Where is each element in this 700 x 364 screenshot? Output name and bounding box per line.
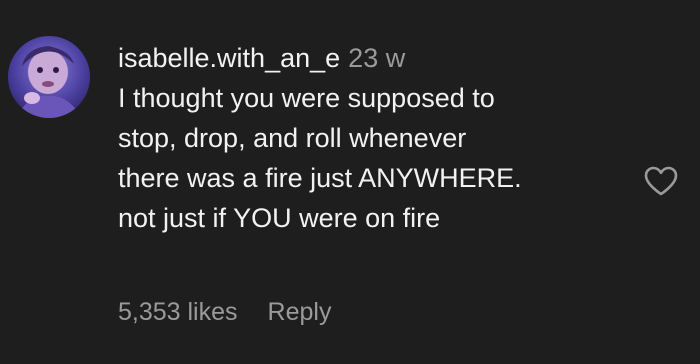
comment-line: there was a fire just ANYWHERE. (118, 163, 522, 193)
reply-button[interactable]: Reply (268, 298, 332, 326)
avatar[interactable] (8, 36, 90, 118)
comment-line: not just if YOU were on fire (118, 203, 441, 233)
comment-line: I thought you were supposed to (118, 83, 495, 113)
comment-line: stop, drop, and roll whenever (118, 123, 467, 153)
comment-content: isabelle.with_an_e 23 w I thought you wer… (118, 38, 638, 238)
like-button[interactable] (643, 165, 679, 197)
heart-outline-icon (644, 166, 678, 196)
avatar-image (8, 36, 90, 118)
comment-header: isabelle.with_an_e 23 w (118, 38, 638, 78)
timestamp: 23 w (348, 43, 406, 73)
comment-footer: 5,353 likes Reply (118, 294, 331, 330)
username[interactable]: isabelle.with_an_e (118, 43, 340, 73)
comment-text: I thought you were supposed to stop, dro… (118, 78, 638, 238)
likes-count[interactable]: 5,353 likes (118, 298, 238, 326)
comment-item: isabelle.with_an_e 23 w I thought you wer… (0, 0, 700, 364)
